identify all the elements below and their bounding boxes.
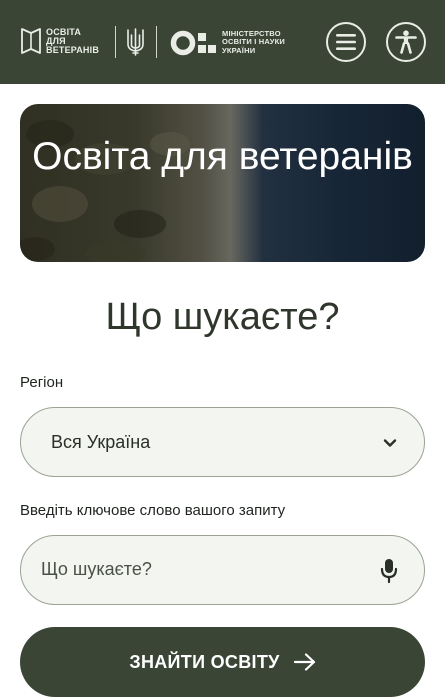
logo-line: ВЕТЕРАНІВ	[46, 44, 100, 55]
menu-button[interactable]	[326, 22, 366, 62]
search-heading: Що шукаєте?	[105, 296, 340, 338]
coat-of-arms-trident-icon	[127, 28, 144, 56]
accessibility-button[interactable]	[386, 22, 426, 62]
microphone-icon[interactable]	[380, 558, 398, 584]
book-outline-icon	[21, 28, 41, 54]
region-select-value: Вся Україна	[51, 431, 151, 452]
hamburger-menu-icon	[336, 34, 356, 50]
site-header: ОСВІТА ДЛЯ ВЕТЕРАНІВ МІНІСТЕРСТВО ОСВІТИ…	[0, 0, 445, 84]
arrow-right-icon	[293, 653, 315, 671]
hero-title: Освіта для ветеранів	[32, 135, 413, 178]
ministry-logo-mark	[170, 30, 216, 56]
keyword-field[interactable]	[20, 535, 425, 605]
header-divider	[115, 26, 116, 58]
hero-overlay	[20, 104, 425, 262]
keyword-label: Введіть ключове слово вашого запиту	[20, 502, 286, 519]
region-select[interactable]: Вся Україна	[20, 407, 425, 477]
header-divider	[156, 26, 157, 58]
hero-banner: Освіта для ветеранів	[20, 104, 425, 262]
submit-search-button[interactable]: ЗНАЙТИ ОСВІТУ	[20, 627, 425, 697]
ministry-name: МІНІСТЕРСТВО ОСВІТИ І НАУКИ УКРАЇНИ	[222, 29, 312, 55]
search-input[interactable]	[21, 536, 361, 603]
chevron-down-icon	[383, 439, 397, 447]
logo-text: ОСВІТА ДЛЯ ВЕТЕРАНІВ	[46, 27, 126, 55]
submit-label: ЗНАЙТИ ОСВІТУ	[129, 651, 280, 672]
ministry-line: УКРАЇНИ	[222, 45, 256, 55]
accessibility-person-icon	[395, 30, 417, 54]
region-label: Регіон	[20, 374, 64, 391]
site-logo[interactable]: ОСВІТА ДЛЯ ВЕТЕРАНІВ	[20, 26, 126, 56]
